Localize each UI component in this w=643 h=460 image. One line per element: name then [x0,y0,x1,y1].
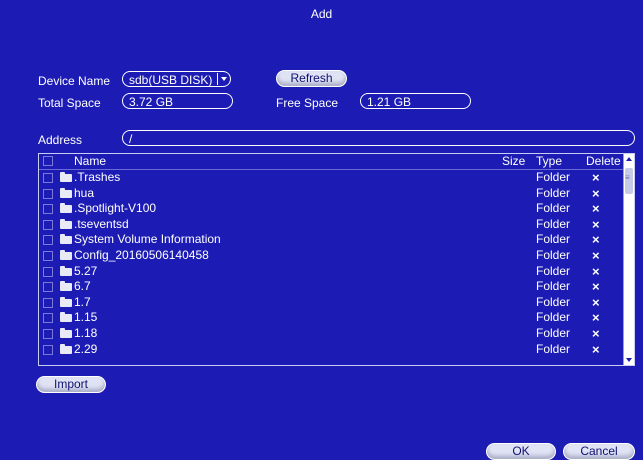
row-checkbox[interactable] [43,188,53,199]
row-checkbox[interactable] [43,329,53,339]
table-row[interactable]: 5.27 Folder × [39,264,625,279]
file-name: 2.29 [74,341,98,356]
file-name: hua [74,185,95,200]
column-header-name[interactable]: Name [74,154,106,169]
file-name: 1.18 [74,326,98,340]
file-name: 1.7 [74,294,91,309]
folder-icon [60,250,72,260]
row-checkbox[interactable] [43,235,53,246]
file-type: Folder [536,185,571,200]
table-row[interactable]: 1.7 Folder × [39,295,625,310]
table-row[interactable]: 1.15 Folder × [39,310,625,325]
delete-icon[interactable]: × [592,264,600,279]
refresh-button[interactable]: Refresh [276,70,347,87]
row-checkbox[interactable] [43,251,53,261]
table-row[interactable]: .tseventsd Folder × [39,217,625,232]
table-row[interactable]: 1.18 Folder × [39,326,625,341]
file-name: 5.27 [74,263,98,278]
chevron-down-icon[interactable] [217,73,229,85]
file-type: Folder [536,310,571,325]
scroll-up-icon[interactable] [624,154,634,164]
file-name: .Trashes [74,170,121,184]
scroll-thumb[interactable] [625,168,633,194]
file-type: Folder [536,170,571,184]
row-checkbox[interactable] [43,344,53,355]
row-checkbox[interactable] [43,297,53,308]
delete-icon[interactable]: × [592,310,600,325]
folder-icon [60,203,72,214]
table-row[interactable]: 2.29 Folder × [39,342,625,357]
file-type: Folder [536,263,571,278]
delete-icon[interactable]: × [592,326,600,341]
folder-icon [60,328,72,338]
device-name-value: sdb(USB DISK) [129,73,213,87]
file-type: Folder [536,341,571,356]
folder-icon [60,265,72,276]
column-header-type[interactable]: Type [536,154,562,169]
total-space-label: Total Space [38,96,101,110]
delete-icon[interactable]: × [592,217,600,232]
row-checkbox[interactable] [43,282,53,293]
vertical-scrollbar[interactable] [623,154,634,365]
free-space-label: Free Space [276,96,339,110]
folder-icon [60,172,72,182]
delete-icon[interactable]: × [592,232,600,247]
file-name: 6.7 [74,279,91,294]
delete-icon[interactable]: × [592,279,600,294]
folder-icon [60,218,72,229]
delete-icon[interactable]: × [592,170,600,185]
folder-icon [60,343,72,354]
table-row[interactable]: 6.7 Folder × [39,279,625,294]
file-name: Config_20160506140458 [74,248,209,262]
row-checkbox[interactable] [43,173,53,183]
row-checkbox[interactable] [43,219,53,230]
select-all-checkbox[interactable] [43,156,53,166]
file-name: .tseventsd [74,216,129,231]
delete-icon[interactable]: × [592,342,600,357]
device-name-select[interactable]: sdb(USB DISK) [122,71,231,87]
folder-icon [60,281,72,292]
table-row[interactable]: .Spotlight-V100 Folder × [39,201,625,216]
column-header-size[interactable]: Size [502,154,525,169]
table-row[interactable]: .Trashes Folder × [39,170,625,185]
cancel-button[interactable]: Cancel [563,443,635,460]
folder-icon [60,312,72,323]
row-checkbox[interactable] [43,266,53,277]
folder-icon [60,234,72,245]
file-name: System Volume Information [74,232,221,247]
table-row[interactable]: Config_20160506140458 Folder × [39,248,625,263]
file-type: Folder [536,279,571,294]
delete-icon[interactable]: × [592,186,600,201]
file-type: Folder [536,201,571,216]
total-space-field: 3.72 GB [122,93,233,109]
dialog-title: Add [310,7,333,21]
file-name: 1.15 [74,310,98,325]
file-name: .Spotlight-V100 [74,201,157,216]
row-checkbox[interactable] [43,313,53,324]
file-type: Folder [536,216,571,231]
delete-icon[interactable]: × [592,295,600,310]
file-type: Folder [536,248,571,262]
address-label: Address [38,133,83,147]
delete-icon[interactable]: × [592,248,600,263]
device-name-label: Device Name [38,74,111,88]
table-row[interactable]: hua Folder × [39,186,625,201]
file-type: Folder [536,326,571,340]
scroll-down-icon[interactable] [624,355,634,365]
column-header-delete: Delete [586,154,621,168]
table-header: Name Size Type Delete [39,154,625,170]
address-input[interactable]: / [122,130,635,146]
free-space-field: 1.21 GB [360,93,471,109]
ok-button[interactable]: OK [486,443,556,460]
import-button[interactable]: Import [36,376,106,393]
file-type: Folder [536,294,571,309]
delete-icon[interactable]: × [592,201,600,216]
table-row[interactable]: System Volume Information Folder × [39,232,625,247]
folder-icon [60,187,72,198]
row-checkbox[interactable] [43,204,53,215]
file-table: Name Size Type Delete .Trashes Folder × hua… [38,153,635,366]
file-type: Folder [536,232,571,247]
folder-icon [60,296,72,307]
